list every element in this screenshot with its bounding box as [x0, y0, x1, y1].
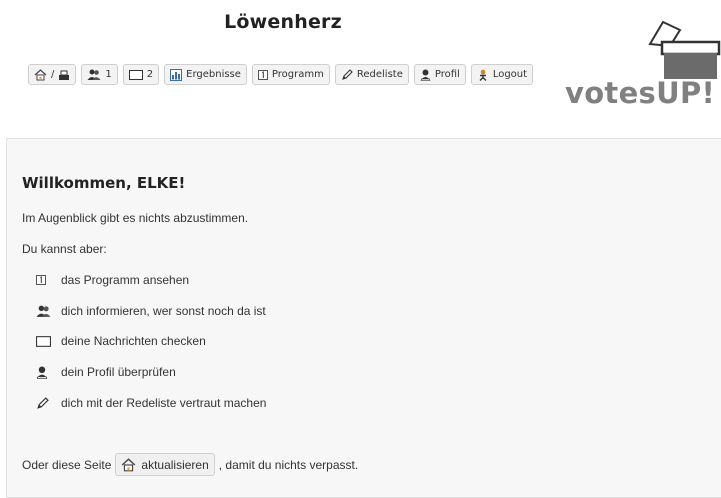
refresh-suffix: , damit du nichts verpasst.: [218, 457, 359, 472]
messages-count: 2: [146, 69, 154, 80]
ballot-icon: [59, 70, 70, 80]
messages-button[interactable]: 2: [122, 64, 160, 85]
home-icon: [34, 68, 47, 80]
option-program: das Programm ansehen: [36, 273, 189, 287]
envelope-icon: [128, 69, 143, 80]
can-do-text: Du kannst aber:: [22, 242, 107, 256]
option-label: dich mit der Redeliste vertraut machen: [61, 396, 267, 410]
refresh-prefix: Oder diese Seite: [22, 457, 112, 472]
results-label: Ergebnisse: [186, 69, 241, 80]
option-label: dich informieren, wer sonst noch da ist: [61, 304, 266, 318]
bar-chart-icon: [170, 68, 183, 81]
users-button[interactable]: 1: [81, 64, 118, 85]
nav-bar: / 1 2 Ergebnisse Programm Redeliste Prof…: [28, 64, 534, 85]
refresh-button[interactable]: aktualisieren: [115, 453, 215, 476]
logout-label: Logout: [492, 69, 528, 80]
users-count: 1: [105, 69, 112, 80]
logout-button[interactable]: Logout: [470, 64, 534, 85]
home-icon: [122, 457, 136, 471]
no-votes-text: Im Augenblick gibt es nichts abzustimmen…: [22, 211, 249, 225]
app-title: Löwenherz: [224, 11, 342, 33]
logo-text: votesUP!: [565, 76, 716, 110]
content-panel: [6, 138, 721, 498]
program-label: Programm: [271, 69, 324, 80]
program-icon: [257, 69, 268, 80]
option-label: deine Nachrichten checken: [61, 334, 206, 348]
option-messages: deine Nachrichten checken: [36, 334, 206, 348]
envelope-icon: [36, 335, 51, 347]
pen-icon: [37, 396, 49, 409]
speakers-button[interactable]: Redeliste: [334, 64, 409, 85]
option-speakers: dich mit der Redeliste vertraut machen: [36, 396, 266, 410]
profile-icon: [420, 69, 431, 81]
program-icon: [36, 275, 46, 285]
option-label: das Programm ansehen: [61, 273, 190, 287]
results-button[interactable]: Ergebnisse: [164, 64, 247, 85]
users-icon: [87, 69, 101, 80]
refresh-line: Oder diese Seite aktualisieren , damit d…: [22, 453, 358, 476]
profile-icon: [36, 366, 48, 379]
ballot-box-icon: [648, 20, 721, 79]
refresh-button-label: aktualisieren: [141, 457, 209, 472]
welcome-heading: Willkommen, ELKE!: [22, 174, 186, 192]
pen-icon: [341, 68, 353, 80]
program-button[interactable]: Programm: [251, 64, 330, 85]
profile-button[interactable]: Profil: [413, 64, 466, 85]
option-label: dein Profil überprüfen: [61, 365, 176, 379]
profile-label: Profil: [434, 69, 460, 80]
logout-icon: [479, 69, 487, 81]
option-profile: dein Profil überprüfen: [36, 365, 176, 379]
home-separator: /: [51, 69, 55, 80]
votesup-logo: votesUP!: [562, 20, 721, 110]
option-users: dich informieren, wer sonst noch da ist: [36, 304, 266, 318]
users-icon: [36, 305, 51, 317]
speakers-label: Redeliste: [356, 69, 403, 80]
home-button[interactable]: /: [28, 64, 77, 85]
